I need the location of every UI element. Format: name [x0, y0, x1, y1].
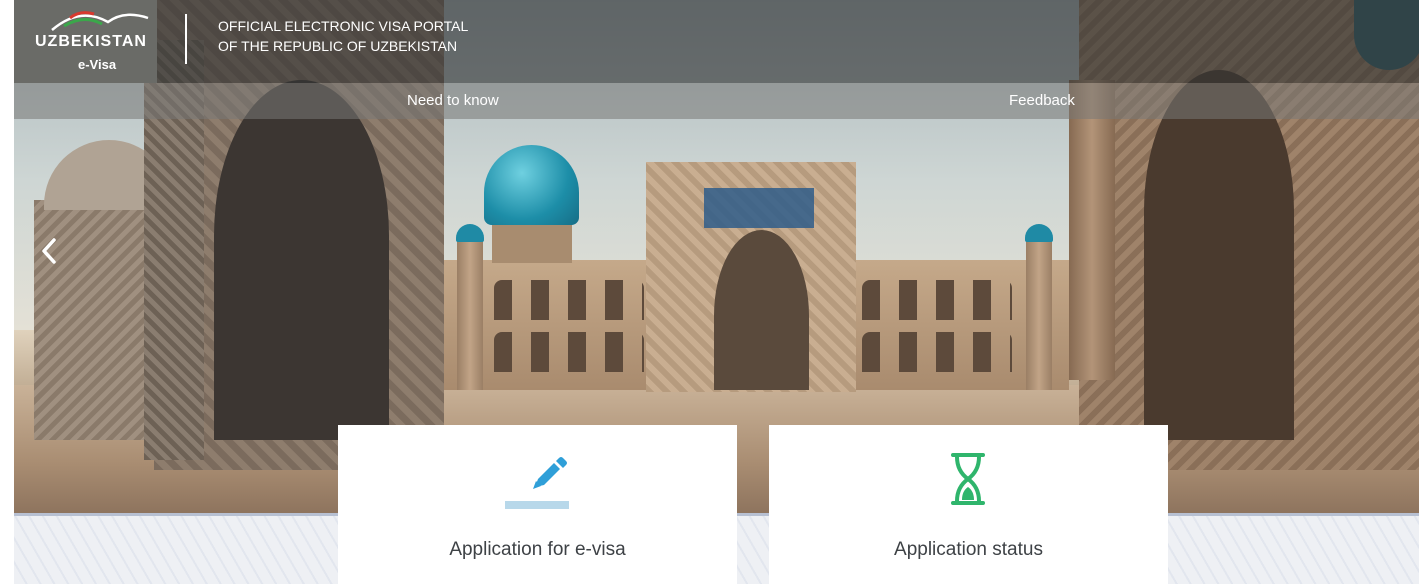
hourglass-icon — [951, 453, 985, 505]
left-arch — [214, 80, 389, 440]
portal-title: OFFICIAL ELECTRONIC VISA PORTAL OF THE R… — [218, 16, 468, 56]
right-arch — [1144, 70, 1294, 440]
arches-row — [862, 280, 1012, 320]
arches-row — [494, 332, 644, 372]
logo-subtitle: e-Visa — [78, 57, 117, 72]
minaret — [1026, 240, 1052, 390]
chevron-left-icon[interactable] — [35, 236, 65, 266]
pencil-icon — [505, 457, 569, 509]
nav-need-to-know[interactable]: Need to know — [407, 92, 499, 109]
center-arch — [714, 230, 809, 390]
portal-title-line-2: OF THE REPUBLIC OF UZBEKISTAN — [218, 38, 458, 54]
apply-evisa-label: Application for e-visa — [449, 539, 626, 560]
right-minaret — [1069, 80, 1115, 380]
nav-bar — [14, 83, 1419, 119]
site-logo[interactable]: UZBEKISTAN e-Visa — [14, 0, 157, 83]
arches-row — [494, 280, 644, 320]
portal-title-line-1: OFFICIAL ELECTRONIC VISA PORTAL — [218, 18, 469, 34]
center-tile — [704, 188, 814, 228]
logo-wordmark: UZBEKISTAN — [35, 33, 147, 50]
page: UZBEKISTAN e-Visa OFFICIAL ELECTRONIC VI… — [0, 0, 1419, 584]
nav-feedback[interactable]: Feedback — [1009, 92, 1075, 109]
arches-row — [862, 332, 1012, 372]
application-status-label: Application status — [894, 539, 1043, 560]
minaret — [457, 240, 483, 390]
logo-mountain-icon — [51, 11, 149, 31]
apply-evisa-card[interactable]: Application for e-visa — [338, 425, 737, 584]
application-status-card[interactable]: Application status — [769, 425, 1168, 584]
header-divider — [185, 14, 187, 64]
